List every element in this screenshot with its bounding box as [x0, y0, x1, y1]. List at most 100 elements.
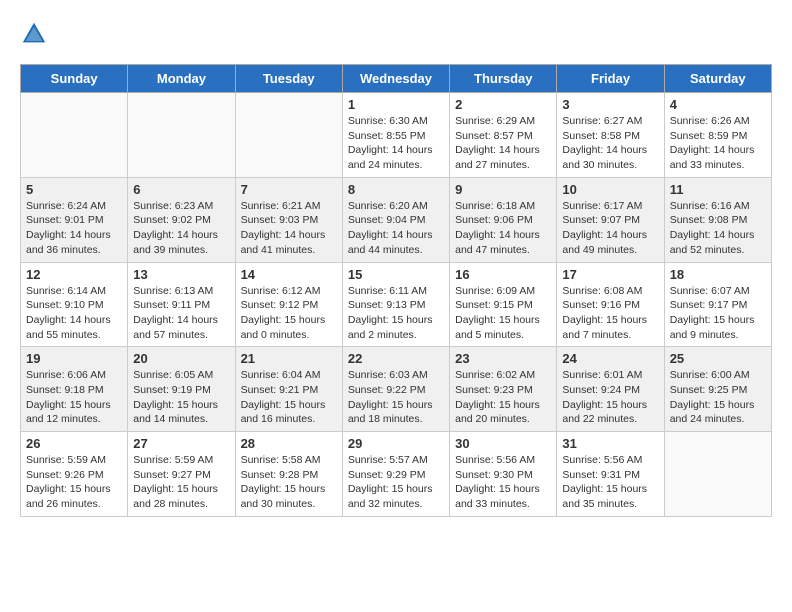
day-info: Sunrise: 5:58 AM Sunset: 9:28 PM Dayligh… — [241, 453, 337, 512]
calendar-week-row: 5 Sunrise: 6:24 AM Sunset: 9:01 PM Daylig… — [21, 177, 772, 262]
day-number: 31 — [562, 436, 658, 451]
calendar-table: SundayMondayTuesdayWednesdayThursdayFrid… — [20, 64, 772, 517]
day-info: Sunrise: 6:00 AM Sunset: 9:25 PM Dayligh… — [670, 368, 766, 427]
day-number: 30 — [455, 436, 551, 451]
day-number: 15 — [348, 267, 444, 282]
day-info: Sunrise: 6:13 AM Sunset: 9:11 PM Dayligh… — [133, 284, 229, 343]
day-of-week-header: Saturday — [664, 65, 771, 93]
day-number: 29 — [348, 436, 444, 451]
day-info: Sunrise: 5:56 AM Sunset: 9:30 PM Dayligh… — [455, 453, 551, 512]
day-number: 2 — [455, 97, 551, 112]
day-info: Sunrise: 6:16 AM Sunset: 9:08 PM Dayligh… — [670, 199, 766, 258]
day-info: Sunrise: 6:24 AM Sunset: 9:01 PM Dayligh… — [26, 199, 122, 258]
calendar-day-cell: 26Sunrise: 5:59 AM Sunset: 9:26 PM Dayli… — [21, 432, 128, 517]
day-of-week-header: Tuesday — [235, 65, 342, 93]
day-of-week-header: Wednesday — [342, 65, 449, 93]
day-number: 14 — [241, 267, 337, 282]
calendar-week-row: 26Sunrise: 5:59 AM Sunset: 9:26 PM Dayli… — [21, 432, 772, 517]
day-number: 17 — [562, 267, 658, 282]
calendar-week-row: 12 Sunrise: 6:14 AM Sunset: 9:10 PM Dayli… — [21, 262, 772, 347]
day-info: Sunrise: 6:21 AM Sunset: 9:03 PM Dayligh… — [241, 199, 337, 258]
calendar-day-cell: 23Sunrise: 6:02 AM Sunset: 9:23 PM Dayli… — [450, 347, 557, 432]
calendar-day-cell: 14 Sunrise: 6:12 AM Sunset: 9:12 PM Dayli… — [235, 262, 342, 347]
calendar-day-cell: 22 Sunrise: 6:03 AM Sunset: 9:22 PM Dayli… — [342, 347, 449, 432]
calendar-day-cell: 25 Sunrise: 6:00 AM Sunset: 9:25 PM Dayli… — [664, 347, 771, 432]
calendar-day-cell: 11 Sunrise: 6:16 AM Sunset: 9:08 PM Dayli… — [664, 177, 771, 262]
day-number: 12 — [26, 267, 122, 282]
day-info: Sunrise: 5:56 AM Sunset: 9:31 PM Dayligh… — [562, 453, 658, 512]
calendar-empty-cell — [21, 93, 128, 178]
calendar-day-cell: 13 Sunrise: 6:13 AM Sunset: 9:11 PM Dayli… — [128, 262, 235, 347]
calendar-week-row: 19 Sunrise: 6:06 AM Sunset: 9:18 PM Dayli… — [21, 347, 772, 432]
day-info: Sunrise: 6:08 AM Sunset: 9:16 PM Dayligh… — [562, 284, 658, 343]
day-info: Sunrise: 6:02 AM Sunset: 9:23 PM Dayligh… — [455, 368, 551, 427]
logo-icon — [20, 20, 48, 48]
day-info: Sunrise: 6:12 AM Sunset: 9:12 PM Dayligh… — [241, 284, 337, 343]
day-number: 22 — [348, 351, 444, 366]
calendar-empty-cell — [235, 93, 342, 178]
calendar-day-cell: 27 Sunrise: 5:59 AM Sunset: 9:27 PM Dayli… — [128, 432, 235, 517]
calendar-day-cell: 24Sunrise: 6:01 AM Sunset: 9:24 PM Dayli… — [557, 347, 664, 432]
day-info: Sunrise: 5:57 AM Sunset: 9:29 PM Dayligh… — [348, 453, 444, 512]
day-of-week-header: Friday — [557, 65, 664, 93]
calendar-day-cell: 17 Sunrise: 6:08 AM Sunset: 9:16 PM Dayli… — [557, 262, 664, 347]
day-of-week-header: Sunday — [21, 65, 128, 93]
day-number: 9 — [455, 182, 551, 197]
day-info: Sunrise: 6:01 AM Sunset: 9:24 PM Dayligh… — [562, 368, 658, 427]
calendar-day-cell: 30 Sunrise: 5:56 AM Sunset: 9:30 PM Dayli… — [450, 432, 557, 517]
day-number: 19 — [26, 351, 122, 366]
day-number: 5 — [26, 182, 122, 197]
day-number: 11 — [670, 182, 766, 197]
day-info: Sunrise: 6:06 AM Sunset: 9:18 PM Dayligh… — [26, 368, 122, 427]
day-number: 8 — [348, 182, 444, 197]
day-info: Sunrise: 6:23 AM Sunset: 9:02 PM Dayligh… — [133, 199, 229, 258]
day-info: Sunrise: 6:14 AM Sunset: 9:10 PM Dayligh… — [26, 284, 122, 343]
calendar-day-cell: 4 Sunrise: 6:26 AM Sunset: 8:59 PM Daylig… — [664, 93, 771, 178]
calendar-day-cell: 29 Sunrise: 5:57 AM Sunset: 9:29 PM Dayli… — [342, 432, 449, 517]
calendar-day-cell: 7Sunrise: 6:21 AM Sunset: 9:03 PM Daylig… — [235, 177, 342, 262]
calendar-day-cell: 9 Sunrise: 6:18 AM Sunset: 9:06 PM Daylig… — [450, 177, 557, 262]
calendar-day-cell: 31 Sunrise: 5:56 AM Sunset: 9:31 PM Dayli… — [557, 432, 664, 517]
calendar-day-cell: 18Sunrise: 6:07 AM Sunset: 9:17 PM Dayli… — [664, 262, 771, 347]
page-header — [20, 20, 772, 48]
day-number: 27 — [133, 436, 229, 451]
day-number: 25 — [670, 351, 766, 366]
day-info: Sunrise: 6:04 AM Sunset: 9:21 PM Dayligh… — [241, 368, 337, 427]
day-info: Sunrise: 6:03 AM Sunset: 9:22 PM Dayligh… — [348, 368, 444, 427]
calendar-day-cell: 12 Sunrise: 6:14 AM Sunset: 9:10 PM Dayli… — [21, 262, 128, 347]
calendar-day-cell: 21 Sunrise: 6:04 AM Sunset: 9:21 PM Dayli… — [235, 347, 342, 432]
calendar-empty-cell — [128, 93, 235, 178]
day-info: Sunrise: 6:09 AM Sunset: 9:15 PM Dayligh… — [455, 284, 551, 343]
day-of-week-header: Monday — [128, 65, 235, 93]
day-of-week-header: Thursday — [450, 65, 557, 93]
calendar-day-cell: 5 Sunrise: 6:24 AM Sunset: 9:01 PM Daylig… — [21, 177, 128, 262]
calendar-day-cell: 10Sunrise: 6:17 AM Sunset: 9:07 PM Dayli… — [557, 177, 664, 262]
day-number: 16 — [455, 267, 551, 282]
day-info: Sunrise: 6:11 AM Sunset: 9:13 PM Dayligh… — [348, 284, 444, 343]
day-info: Sunrise: 6:17 AM Sunset: 9:07 PM Dayligh… — [562, 199, 658, 258]
day-info: Sunrise: 6:27 AM Sunset: 8:58 PM Dayligh… — [562, 114, 658, 173]
day-number: 13 — [133, 267, 229, 282]
logo — [20, 20, 52, 48]
calendar-day-cell: 8Sunrise: 6:20 AM Sunset: 9:04 PM Daylig… — [342, 177, 449, 262]
calendar-day-cell: 2Sunrise: 6:29 AM Sunset: 8:57 PM Daylig… — [450, 93, 557, 178]
calendar-day-cell: 15 Sunrise: 6:11 AM Sunset: 9:13 PM Dayli… — [342, 262, 449, 347]
day-info: Sunrise: 6:26 AM Sunset: 8:59 PM Dayligh… — [670, 114, 766, 173]
day-info: Sunrise: 6:07 AM Sunset: 9:17 PM Dayligh… — [670, 284, 766, 343]
day-number: 21 — [241, 351, 337, 366]
calendar-empty-cell — [664, 432, 771, 517]
day-number: 6 — [133, 182, 229, 197]
calendar-day-cell: 19 Sunrise: 6:06 AM Sunset: 9:18 PM Dayli… — [21, 347, 128, 432]
day-info: Sunrise: 5:59 AM Sunset: 9:26 PM Dayligh… — [26, 453, 122, 512]
day-info: Sunrise: 5:59 AM Sunset: 9:27 PM Dayligh… — [133, 453, 229, 512]
calendar-day-cell: 3 Sunrise: 6:27 AM Sunset: 8:58 PM Daylig… — [557, 93, 664, 178]
calendar-header-row: SundayMondayTuesdayWednesdayThursdayFrid… — [21, 65, 772, 93]
calendar-day-cell: 16 Sunrise: 6:09 AM Sunset: 9:15 PM Dayli… — [450, 262, 557, 347]
day-number: 3 — [562, 97, 658, 112]
day-number: 1 — [348, 97, 444, 112]
day-number: 4 — [670, 97, 766, 112]
day-info: Sunrise: 6:30 AM Sunset: 8:55 PM Dayligh… — [348, 114, 444, 173]
calendar-day-cell: 6 Sunrise: 6:23 AM Sunset: 9:02 PM Daylig… — [128, 177, 235, 262]
day-info: Sunrise: 6:18 AM Sunset: 9:06 PM Dayligh… — [455, 199, 551, 258]
day-number: 28 — [241, 436, 337, 451]
